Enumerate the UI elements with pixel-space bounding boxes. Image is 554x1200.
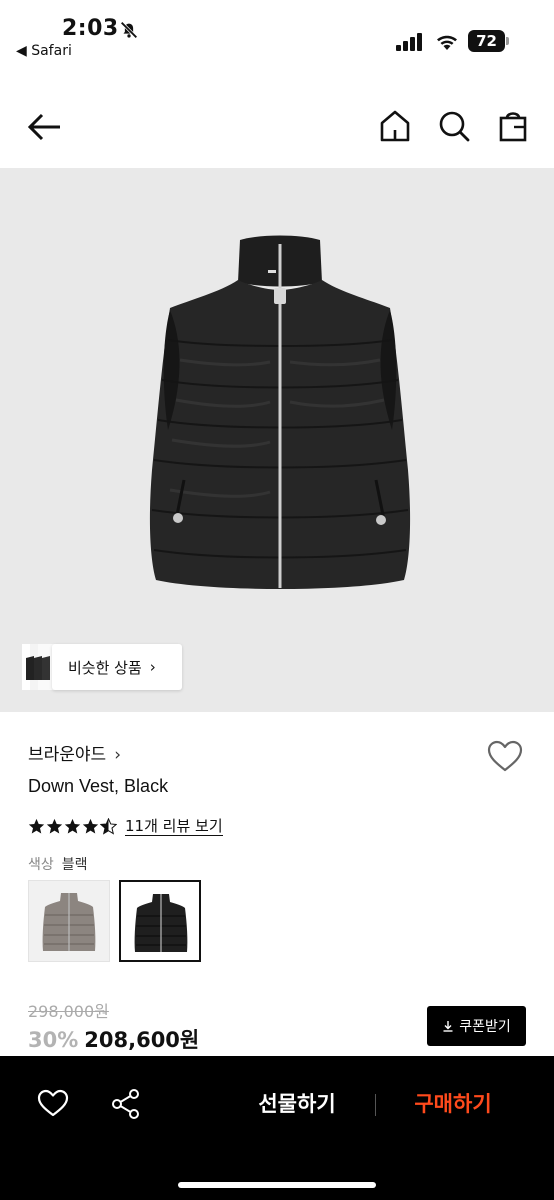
review-link[interactable]: 11개 리뷰 보기 [125,817,223,836]
download-icon [443,1021,453,1032]
chevron-right-icon: › [149,658,156,676]
color-value: 블랙 [61,857,88,873]
battery-level: 72 [468,30,505,52]
grey-vest-thumbnail [42,893,96,951]
color-row: 색상 블랙 [28,854,88,874]
star-rating [28,817,117,835]
status-time: 2:03 [62,16,119,41]
coupon-button[interactable]: 쿠폰받기 [427,1006,526,1046]
cellular-signal-icon [396,33,422,51]
home-indicator[interactable] [178,1182,376,1188]
shopping-bag-icon[interactable] [496,108,530,144]
discount-rate: 30% [28,1028,79,1052]
bottom-action-bar: 선물하기 구매하기 [0,1056,554,1200]
original-price: 298,000원 [28,1002,109,1021]
sale-price: 208,600원 [84,1028,200,1052]
divider [375,1094,376,1116]
price-row: 30% 208,600원 [28,1024,199,1054]
battery-cap [506,37,509,45]
brand-name: 브라운야드 [28,745,107,765]
color-label: 색상 [28,857,54,873]
buy-button[interactable]: 구매하기 [396,1086,510,1122]
rating-row: 11개 리뷰 보기 [28,814,223,838]
bell-muted-icon [120,21,138,39]
heart-icon[interactable] [486,738,524,774]
back-arrow-icon[interactable] [26,110,64,144]
down-vest-image [149,235,411,589]
battery-indicator: 72 [468,30,510,52]
home-icon[interactable] [378,108,412,144]
gift-button[interactable]: 선물하기 [240,1086,354,1122]
share-icon[interactable] [110,1088,142,1120]
color-swatch-black[interactable] [119,880,201,962]
star-full-icon [28,818,45,834]
heart-icon[interactable] [37,1088,69,1118]
star-full-icon [46,818,63,834]
similar-products-button[interactable]: 비슷한 상품 › [52,644,182,690]
wifi-icon [437,35,457,50]
coupon-label: 쿠폰받기 [459,1019,511,1035]
back-to-safari[interactable]: ◀ Safari [16,43,72,59]
similar-products-label: 비슷한 상품 [68,658,142,677]
product-name: Down Vest, Black [28,776,169,796]
search-icon[interactable] [437,108,471,144]
brand-link[interactable]: 브라운야드 › [28,740,121,765]
status-bar: 2:03 ◀ Safari 72 [0,0,554,70]
color-swatch-grey[interactable] [28,880,110,962]
nav-bar [0,90,554,166]
star-full-icon [64,818,81,834]
star-full-icon [82,818,99,834]
product-image[interactable]: 비슷한 상품 › [0,168,554,712]
black-vest-thumbnail [134,894,188,952]
star-half-icon [100,817,117,835]
chevron-right-icon: › [114,745,122,765]
